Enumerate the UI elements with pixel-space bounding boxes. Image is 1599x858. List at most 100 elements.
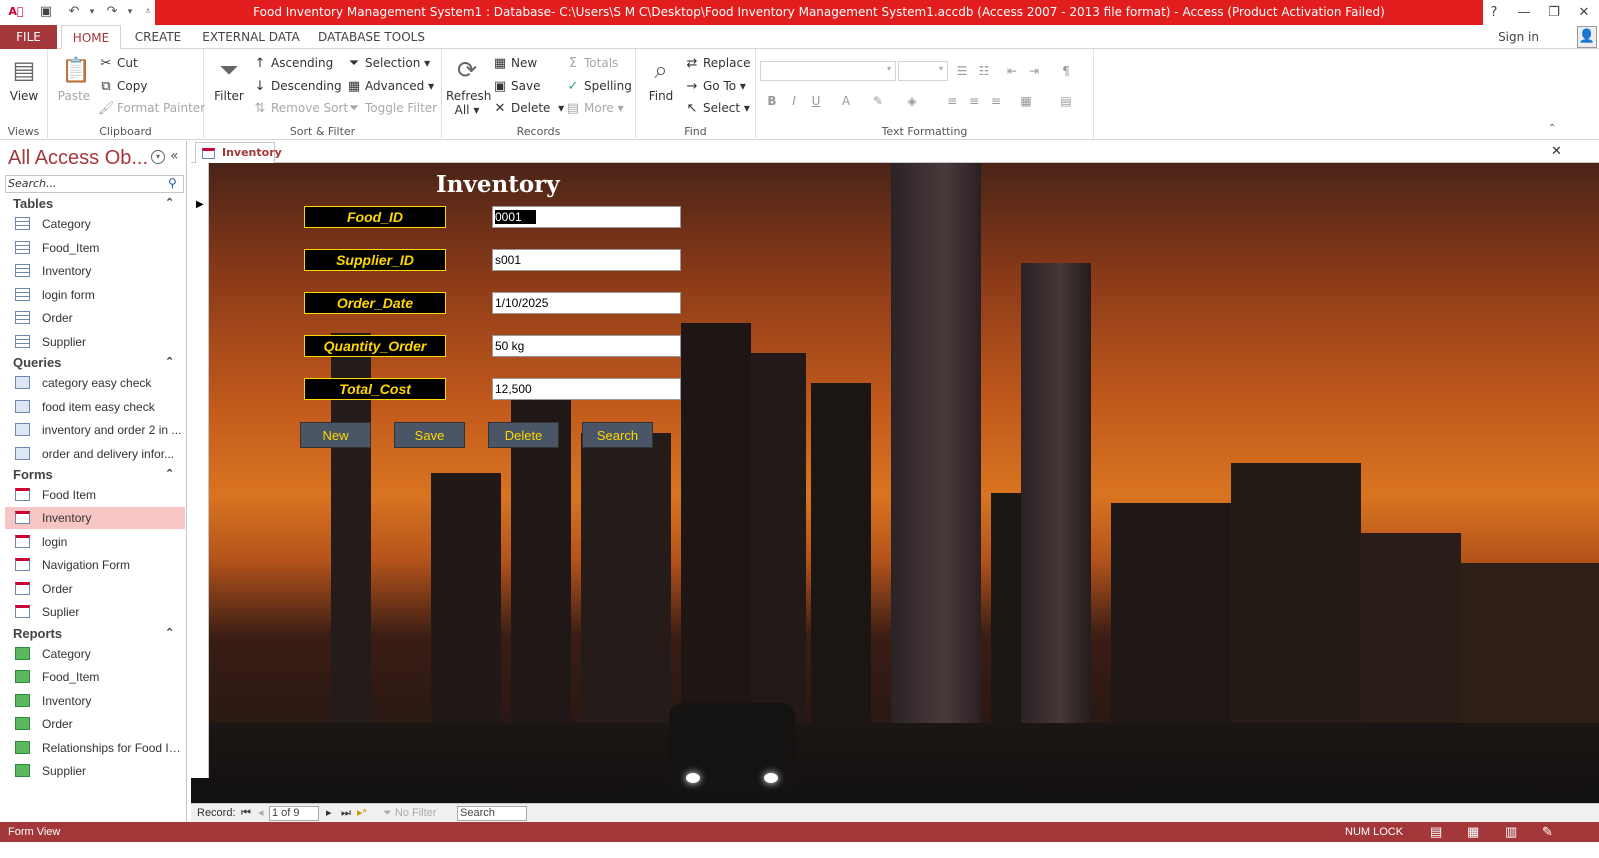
shutter-bar-close-icon[interactable]: « bbox=[170, 148, 179, 164]
replace-button[interactable]: ⇄ Replace bbox=[684, 53, 751, 73]
selection-button[interactable]: ⏷ Selection ▾ bbox=[346, 53, 430, 73]
tab-file[interactable]: FILE bbox=[0, 25, 57, 49]
search-icon[interactable]: ⚲ bbox=[168, 176, 177, 190]
nav-item-form[interactable]: Order bbox=[5, 578, 185, 600]
nav-search-input[interactable]: Search... bbox=[5, 175, 184, 193]
font-name-box[interactable]: ▾ bbox=[760, 61, 896, 81]
quantity-order-field[interactable]: 50 kg bbox=[492, 335, 681, 357]
nav-item-report[interactable]: Supplier bbox=[5, 760, 185, 782]
help-button[interactable]: ? bbox=[1479, 0, 1509, 25]
next-record-icon[interactable]: ▸ bbox=[326, 804, 332, 823]
select-button[interactable]: ↖ Select ▾ bbox=[684, 98, 750, 118]
supplier-id-field[interactable]: s001 bbox=[492, 249, 681, 271]
numbering-icon[interactable]: ☷ bbox=[976, 63, 992, 79]
ascending-button[interactable]: ↑ Ascending bbox=[252, 53, 334, 73]
previous-record-icon[interactable]: ◂ bbox=[258, 804, 264, 823]
save-button[interactable]: Save bbox=[394, 422, 465, 448]
font-size-box[interactable]: ▾ bbox=[898, 61, 948, 81]
tab-home[interactable]: HOME bbox=[61, 25, 121, 49]
nav-item-table[interactable]: Supplier bbox=[5, 331, 185, 353]
nav-item-report[interactable]: Order bbox=[5, 713, 185, 735]
nav-item-table[interactable]: Order bbox=[5, 307, 185, 329]
find-button[interactable]: ⌕ Find bbox=[644, 55, 678, 103]
user-avatar-icon[interactable]: 👤 bbox=[1577, 26, 1597, 48]
highlight-icon[interactable]: ✎ bbox=[870, 93, 886, 109]
record-search-input[interactable]: Search bbox=[457, 806, 527, 821]
delete-record-button[interactable]: ✕ Delete ▾ bbox=[492, 98, 565, 118]
bold-button[interactable]: B bbox=[764, 93, 780, 109]
datasheet-view-icon[interactable]: ▦ bbox=[1467, 822, 1479, 842]
no-filter-button[interactable]: ⏷ No Filter bbox=[383, 804, 436, 823]
order-date-field[interactable]: 1/10/2025 bbox=[492, 292, 681, 314]
totals-button[interactable]: Σ Totals bbox=[565, 53, 618, 73]
undo-icon[interactable]: ↶ bbox=[66, 4, 82, 20]
fill-color-icon[interactable]: ◈ bbox=[904, 93, 920, 109]
more-button[interactable]: ▤ More ▾ bbox=[565, 98, 624, 118]
filter-button[interactable]: ⏷ Filter bbox=[210, 55, 248, 103]
total-cost-field[interactable]: 12,500 bbox=[492, 378, 681, 400]
delete-button[interactable]: Delete bbox=[488, 422, 559, 448]
design-view-icon[interactable]: ✎ bbox=[1542, 822, 1553, 842]
nav-item-query[interactable]: food item easy check bbox=[5, 396, 185, 418]
save-record-button[interactable]: ▣ Save bbox=[492, 76, 541, 96]
spelling-button[interactable]: ✓ Spelling bbox=[565, 76, 632, 96]
doc-tab-inventory[interactable]: Inventory bbox=[195, 142, 282, 163]
record-selector[interactable]: ▶ bbox=[191, 163, 209, 778]
nav-group-queries[interactable]: Queries ⌃ bbox=[13, 355, 174, 370]
food-id-field[interactable]: 0001 bbox=[492, 206, 681, 228]
layout-view-icon[interactable]: ▥ bbox=[1505, 822, 1517, 842]
nav-item-report[interactable]: Food_Item bbox=[5, 666, 185, 688]
nav-group-reports[interactable]: Reports ⌃ bbox=[13, 626, 174, 641]
undo-dropdown-icon[interactable]: ▾ bbox=[84, 4, 100, 20]
toggle-filter-button[interactable]: ⏷ Toggle Filter bbox=[346, 98, 437, 118]
new-button[interactable]: New bbox=[300, 422, 371, 448]
decrease-indent-icon[interactable]: ⇤ bbox=[1004, 63, 1020, 79]
cut-button[interactable]: ✂ Cut bbox=[98, 53, 138, 73]
goto-button[interactable]: → Go To ▾ bbox=[684, 76, 746, 96]
close-button[interactable]: ✕ bbox=[1569, 0, 1599, 25]
align-right-icon[interactable]: ≡ bbox=[988, 93, 1004, 109]
remove-sort-button[interactable]: ⇅ Remove Sort bbox=[252, 98, 349, 118]
nav-item-table[interactable]: Category bbox=[5, 213, 185, 235]
sign-in-link[interactable]: Sign in bbox=[1498, 25, 1539, 49]
last-record-icon[interactable]: ⏭ bbox=[341, 804, 351, 823]
customize-qat-icon[interactable]: ⩡ bbox=[140, 4, 156, 20]
nav-item-form-selected[interactable]: Inventory bbox=[5, 507, 185, 529]
new-record-button[interactable]: ▦ New bbox=[492, 53, 537, 73]
nav-group-forms[interactable]: Forms ⌃ bbox=[13, 467, 174, 482]
minimize-button[interactable]: — bbox=[1509, 0, 1539, 25]
tab-database-tools[interactable]: DATABASE TOOLS bbox=[313, 25, 430, 49]
nav-item-table[interactable]: Food_Item bbox=[5, 237, 185, 259]
new-blank-record-icon[interactable]: ▸* bbox=[357, 804, 367, 823]
descending-button[interactable]: ↓ Descending bbox=[252, 76, 342, 96]
nav-item-report[interactable]: Inventory bbox=[5, 690, 185, 712]
nav-item-report[interactable]: Relationships for Food In... bbox=[5, 737, 185, 759]
nav-item-report[interactable]: Category bbox=[5, 643, 185, 665]
align-center-icon[interactable]: ≡ bbox=[966, 93, 982, 109]
nav-item-form[interactable]: login bbox=[5, 531, 185, 553]
save-icon[interactable]: ▣ bbox=[38, 4, 54, 20]
format-painter-button[interactable]: 🖌 Format Painter bbox=[98, 98, 205, 118]
nav-menu-dropdown-icon[interactable]: ▾ bbox=[151, 150, 165, 164]
view-button[interactable]: ▤ View bbox=[6, 55, 42, 103]
nav-pane-title[interactable]: All Access Ob... bbox=[8, 147, 148, 170]
first-record-icon[interactable]: ⏮ bbox=[241, 804, 251, 823]
search-button[interactable]: Search bbox=[582, 422, 653, 448]
advanced-button[interactable]: ▦ Advanced ▾ bbox=[346, 76, 434, 96]
restore-button[interactable]: ❐ bbox=[1539, 0, 1569, 25]
refresh-all-button[interactable]: ⟳ Refresh All ▾ bbox=[446, 55, 491, 117]
increase-indent-icon[interactable]: ⇥ bbox=[1026, 63, 1042, 79]
alternate-row-color-icon[interactable]: ▤ bbox=[1058, 93, 1074, 109]
underline-button[interactable]: U bbox=[808, 93, 824, 109]
nav-group-tables[interactable]: Tables ⌃ bbox=[13, 196, 174, 211]
copy-button[interactable]: ⧉ Copy bbox=[98, 76, 147, 96]
bullets-icon[interactable]: ☰ bbox=[954, 63, 970, 79]
nav-item-form[interactable]: Navigation Form bbox=[5, 554, 185, 576]
form-view-icon[interactable]: ▤ bbox=[1430, 822, 1442, 842]
nav-item-form[interactable]: Food Item bbox=[5, 484, 185, 506]
current-record-box[interactable]: 1 of 9 bbox=[269, 806, 319, 821]
collapse-ribbon-icon[interactable]: ⌃ bbox=[1548, 123, 1556, 134]
font-color-button[interactable]: A bbox=[838, 93, 854, 109]
tab-create[interactable]: CREATE bbox=[127, 25, 189, 49]
nav-item-query[interactable]: inventory and order 2 in ... bbox=[5, 419, 185, 441]
